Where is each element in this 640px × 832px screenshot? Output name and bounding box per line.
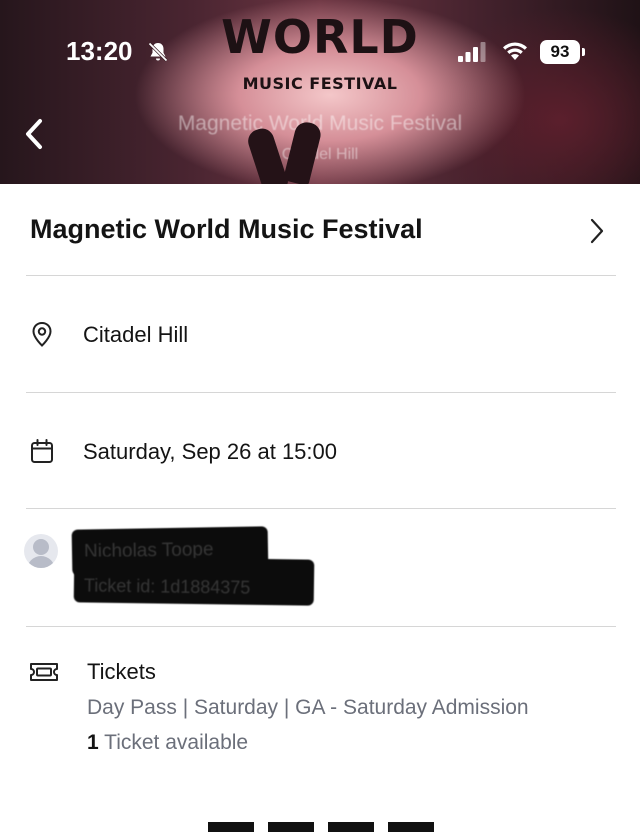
status-time: 13:20 (66, 36, 133, 66)
divider (26, 626, 616, 627)
ticket-type: Day Pass | Saturday | GA - Saturday Admi… (87, 696, 529, 719)
event-title-row[interactable]: Magnetic World Music Festival (0, 184, 640, 276)
location-row[interactable]: Citadel Hill (0, 276, 640, 392)
divider (26, 508, 616, 509)
tickets-available-count: 1 (87, 731, 99, 754)
event-title: Magnetic World Music Festival (30, 214, 423, 244)
bottom-barcode-graphic (208, 822, 434, 832)
tickets-available: 1 Ticket available (87, 731, 248, 755)
event-hero-image: WORLD MUSIC FESTIVAL Magnetic World Musi… (0, 0, 640, 184)
tickets-heading: Tickets (87, 659, 156, 684)
wifi-icon (503, 42, 527, 60)
hero-subtitle: MUSIC FESTIVAL (242, 74, 398, 93)
event-datetime: Saturday, Sep 26 at 15:00 (83, 439, 337, 464)
calendar-icon (31, 439, 53, 463)
user-avatar-icon (24, 534, 58, 568)
event-location: Citadel Hill (83, 322, 189, 347)
cellular-signal-icon (458, 42, 486, 62)
ticket-icon (30, 663, 58, 681)
datetime-row[interactable]: Saturday, Sep 26 at 15:00 (0, 393, 640, 509)
location-pin-icon (32, 321, 52, 347)
tickets-available-label: Ticket available (98, 731, 249, 754)
hero-wordmark: WORLD (221, 10, 419, 64)
bell-slash-icon (148, 42, 168, 62)
chevron-right-icon (590, 218, 604, 244)
battery-indicator: 93 (540, 40, 585, 64)
chevron-left-icon[interactable] (20, 116, 52, 152)
ticket-id-redacted: Ticket id: 1d1884375 (73, 556, 315, 606)
hero-venue: Citadel Hill (281, 146, 359, 163)
